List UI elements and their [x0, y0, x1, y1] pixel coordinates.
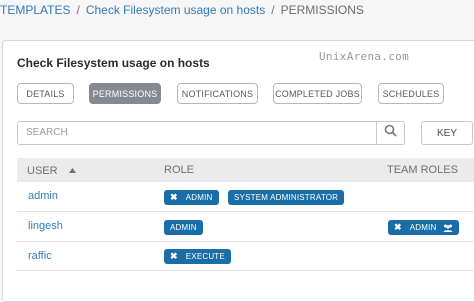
role-label: ADMIN [185, 193, 213, 202]
role-label: EXECUTE [185, 252, 225, 261]
remove-role-icon[interactable]: ✖ [170, 192, 178, 203]
tab-notifications[interactable]: NOTIFICATIONS [177, 83, 258, 104]
role-badge: SYSTEM ADMINISTRATOR [228, 190, 345, 205]
card-title: Check Filesystem usage on hosts [17, 56, 210, 70]
column-header-team-roles: TEAM ROLES [387, 164, 458, 176]
tab-completed-jobs[interactable]: COMPLETED JOBS [273, 83, 362, 104]
breadcrumb-separator: / [76, 3, 80, 17]
row-divider [17, 270, 474, 271]
role-label: ADMIN [170, 223, 197, 232]
tab-permissions[interactable]: PERMISSIONS [89, 83, 161, 104]
column-label-user: USER [27, 165, 58, 177]
column-header-role: ROLE [164, 164, 194, 176]
team-role-label: ADMIN [409, 223, 437, 232]
tab-details[interactable]: DETAILS [17, 83, 74, 104]
search-input[interactable]: SEARCH [17, 121, 377, 145]
remove-role-icon[interactable]: ✖ [394, 222, 402, 233]
team-icon [443, 224, 453, 232]
breadcrumb-template-name[interactable]: Check Filesystem usage on hosts [86, 3, 265, 17]
role-badge: ADMIN [164, 220, 203, 235]
role-label: SYSTEM ADMINISTRATOR [234, 193, 339, 202]
row-divider [17, 241, 474, 242]
search-icon [384, 124, 397, 142]
tab-schedules[interactable]: SCHEDULES [378, 83, 444, 104]
user-link[interactable]: admin [28, 190, 58, 202]
user-link[interactable]: raffic [28, 250, 52, 262]
team-role-badge: ✖ ADMIN [388, 220, 459, 235]
role-badge: ✖ ADMIN [164, 190, 219, 205]
table-header: USER ROLE TEAM ROLES [17, 158, 474, 182]
breadcrumb: TEMPLATES / Check Filesystem usage on ho… [0, 0, 364, 20]
role-badge: ✖ EXECUTE [164, 249, 231, 264]
column-header-user[interactable]: USER [27, 164, 76, 177]
row-divider [17, 211, 474, 212]
user-link[interactable]: lingesh [28, 220, 63, 232]
watermark: UnixArena.com [319, 50, 409, 63]
search-button[interactable] [377, 121, 405, 145]
breadcrumb-separator: / [271, 3, 275, 17]
sort-ascending-icon [68, 164, 76, 176]
remove-role-icon[interactable]: ✖ [170, 251, 178, 262]
breadcrumb-templates[interactable]: TEMPLATES [0, 3, 70, 17]
key-button[interactable]: KEY [421, 121, 473, 145]
breadcrumb-current: PERMISSIONS [280, 3, 364, 17]
